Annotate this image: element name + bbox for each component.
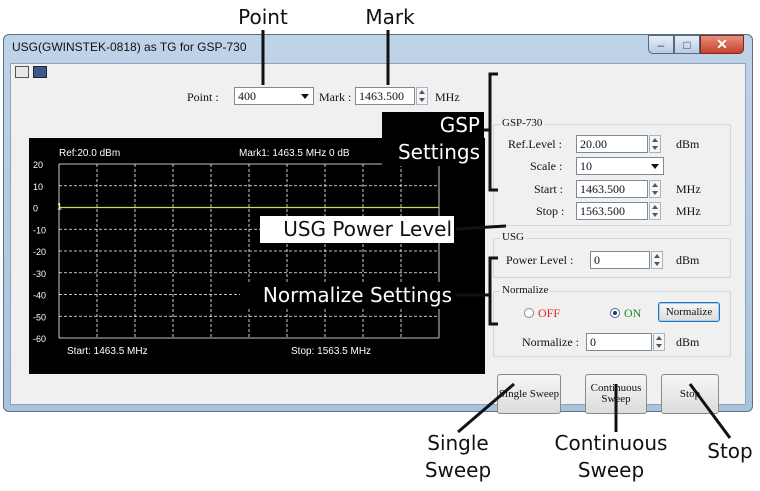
normalize-value-unit: dBm	[676, 335, 700, 349]
gsp730-group: GSP-730 Ref.Level : 20.00 dBm Scale : 10…	[493, 117, 731, 226]
scale-value: 10	[580, 159, 592, 173]
window-controls: – □ ✕	[648, 35, 744, 55]
y-tick-label: -60	[33, 334, 46, 344]
normalize-value-input[interactable]: 0	[586, 333, 652, 351]
stop-unit: MHz	[676, 204, 701, 218]
start-freq-text: Start: 1463.5 MHz	[67, 346, 148, 357]
title-bar[interactable]: USG(GWINSTEK-0818) as TG for GSP-730 – □…	[4, 35, 752, 61]
callout-continuous-line2: Sweep	[577, 458, 645, 482]
callout-gsp-settings-box: GSP Settings	[382, 112, 484, 166]
start-label: Start :	[534, 182, 563, 196]
y-tick-label: -20	[33, 247, 46, 257]
mark-unit: MHz	[435, 90, 460, 104]
normalize-value-label: Normalize :	[522, 335, 579, 349]
usg-group: USG Power Level : 0 dBm	[493, 231, 731, 278]
power-level-label: Power Level :	[506, 253, 574, 267]
single-sweep-button[interactable]: Single Sweep	[497, 374, 561, 414]
stop-freq-text: Stop: 1563.5 MHz	[291, 346, 371, 357]
callout-single-line2: Sweep	[424, 458, 492, 482]
point-label: Point :	[187, 90, 219, 104]
y-tick-label: 0	[33, 204, 38, 214]
stop-button[interactable]: Stop	[661, 374, 719, 414]
chevron-down-icon	[651, 164, 659, 169]
ref-level-input[interactable]: 20.00	[576, 135, 648, 153]
normalize-off-radio[interactable]	[524, 308, 534, 318]
start-input[interactable]: 1463.500	[576, 180, 648, 198]
marker-label: 1	[57, 202, 62, 212]
power-level-spinner[interactable]	[651, 251, 663, 269]
point-select[interactable]: 400	[234, 87, 314, 105]
y-tick-label: -30	[33, 269, 46, 279]
y-tick-label: -40	[33, 291, 46, 301]
callout-continuous-sweep: Continuous Sweep	[546, 430, 676, 484]
stop-spinner[interactable]	[649, 202, 661, 220]
callout-usg-power-level: USG Power Level	[260, 216, 454, 243]
y-tick-label: -10	[33, 225, 46, 235]
power-level-unit: dBm	[676, 253, 700, 267]
close-button[interactable]: ✕	[700, 35, 744, 54]
ref-level-text: Ref:20.0 dBm	[59, 148, 120, 159]
normalize-value-spinner[interactable]	[653, 333, 665, 351]
y-tick-label: -50	[33, 312, 46, 322]
callout-gsp-line1: GSP	[439, 113, 480, 137]
window-title: USG(GWINSTEK-0818) as TG for GSP-730	[12, 40, 247, 54]
gsp730-title: GSP-730	[500, 117, 545, 129]
normalize-on-radio[interactable]	[610, 308, 620, 318]
callout-normalize-settings: Normalize Settings	[240, 282, 454, 309]
scale-label: Scale :	[530, 159, 563, 173]
normalize-title: Normalize	[500, 284, 551, 296]
chevron-down-icon	[301, 94, 309, 99]
continuous-sweep-button[interactable]: Continuous Sweep	[585, 374, 647, 414]
y-tick-label: 20	[33, 160, 43, 170]
start-unit: MHz	[676, 182, 701, 196]
stop-input[interactable]: 1563.500	[576, 202, 648, 220]
callout-gsp-line2: Settings	[397, 140, 480, 164]
y-tick-label: 10	[33, 182, 43, 192]
ref-level-spinner[interactable]	[649, 135, 661, 153]
save-icon[interactable]	[33, 66, 47, 78]
maximize-button[interactable]: □	[674, 35, 700, 54]
callout-point: Point	[238, 5, 288, 29]
scale-select[interactable]: 10	[576, 157, 664, 175]
normalize-off-label[interactable]: OFF	[538, 306, 560, 321]
mark-spinner[interactable]	[416, 87, 428, 105]
continuous-sweep-line2: Sweep	[601, 393, 631, 405]
ref-level-label: Ref.Level :	[508, 137, 562, 151]
normalize-button[interactable]: Normalize	[658, 302, 720, 322]
power-level-input[interactable]: 0	[590, 251, 650, 269]
point-value: 400	[238, 89, 256, 103]
normalize-on-label[interactable]: ON	[624, 306, 641, 321]
start-spinner[interactable]	[649, 180, 661, 198]
callout-single-line1: Single	[427, 431, 489, 455]
mark-readout-text: Mark1: 1463.5 MHz 0 dB	[239, 148, 350, 159]
ref-level-unit: dBm	[676, 137, 700, 151]
mark-label: Mark :	[319, 90, 352, 104]
callout-stop: Stop	[707, 439, 753, 463]
print-icon[interactable]	[15, 66, 29, 78]
spectrum-plot: 20 10 0 -10 -20 -30 -40 -50 -60 1 Ref:20.0 dBm Mark…	[29, 138, 485, 374]
usg-title: USG	[500, 231, 527, 243]
normalize-group: Normalize OFF ON Normalize Normalize : 0…	[493, 284, 731, 357]
stop-label: Stop :	[536, 204, 565, 218]
minimize-button[interactable]: –	[648, 35, 674, 54]
callout-continuous-line1: Continuous	[554, 431, 668, 455]
mark-input[interactable]: 1463.500	[355, 87, 415, 105]
callout-mark: Mark	[365, 5, 415, 29]
plot-graphic: 20 10 0 -10 -20 -30 -40 -50 -60 1 Ref:20.0 dBm Mark…	[33, 148, 440, 357]
callout-single-sweep: Single Sweep	[418, 430, 498, 484]
toolbar	[15, 66, 47, 78]
